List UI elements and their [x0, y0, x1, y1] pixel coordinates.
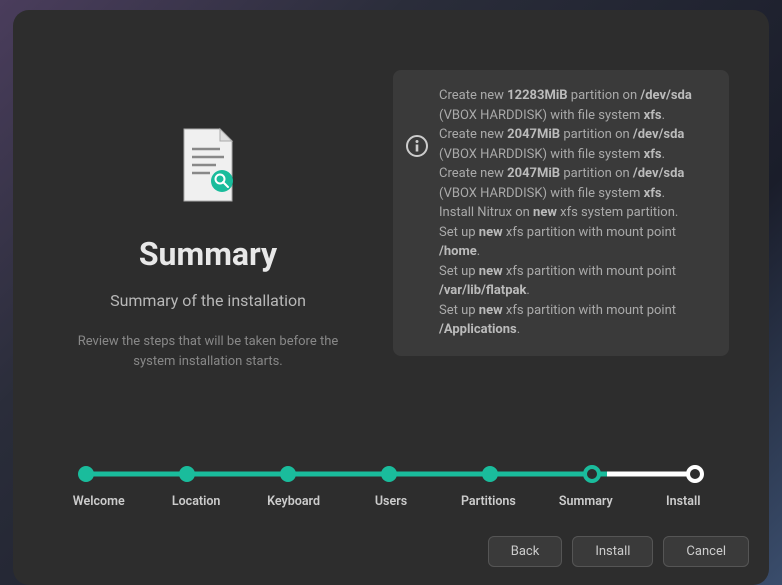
step-label-welcome: Welcome	[50, 494, 147, 509]
stepper: WelcomeLocationKeyboardUsersPartitionsSu…	[13, 426, 769, 524]
left-panel: Summary Summary of the installation Revi…	[53, 40, 363, 416]
step-dot-welcome	[78, 466, 94, 482]
summary-line: Create new 12283MiB partition on /dev/sd…	[439, 86, 713, 125]
summary-line: Create new 2047MiB partition on /dev/sda…	[439, 164, 713, 203]
document-review-icon	[176, 125, 240, 205]
step-label-summary: Summary	[537, 494, 634, 509]
step-dot-location	[179, 466, 195, 482]
summary-line: Install Nitrux on new xfs system partiti…	[439, 203, 713, 223]
step-label-keyboard: Keyboard	[245, 494, 342, 509]
summary-line: Create new 2047MiB partition on /dev/sda…	[439, 125, 713, 164]
stepper-dots	[78, 466, 704, 483]
summary-line: Set up new xfs partition with mount poin…	[439, 262, 713, 301]
step-dot-summary	[583, 465, 601, 483]
summary-line: Set up new xfs partition with mount poin…	[439, 301, 713, 340]
step-dot-keyboard	[280, 466, 296, 482]
page-description: Review the steps that will be taken befo…	[68, 332, 348, 371]
step-dot-users	[381, 466, 397, 482]
main-content: Summary Summary of the installation Revi…	[13, 10, 769, 426]
summary-line: Set up new xfs partition with mount poin…	[439, 223, 713, 262]
installer-window: Summary Summary of the installation Revi…	[13, 10, 769, 585]
right-panel: Create new 12283MiB partition on /dev/sd…	[393, 40, 729, 416]
step-label-partitions: Partitions	[440, 494, 537, 509]
step-dot-partitions	[482, 466, 498, 482]
summary-box: Create new 12283MiB partition on /dev/sd…	[393, 70, 729, 356]
page-title: Summary	[139, 235, 277, 273]
back-button[interactable]: Back	[488, 536, 563, 567]
step-label-users: Users	[342, 494, 439, 509]
page-subtitle: Summary of the installation	[110, 291, 306, 310]
info-icon	[405, 134, 429, 158]
step-dot-install	[686, 465, 704, 483]
summary-text: Create new 12283MiB partition on /dev/sd…	[439, 86, 713, 340]
step-label-install: Install	[635, 494, 732, 509]
stepper-labels: WelcomeLocationKeyboardUsersPartitionsSu…	[50, 494, 732, 509]
stepper-track	[78, 466, 704, 482]
footer: Back Install Cancel	[13, 524, 769, 585]
install-button[interactable]: Install	[572, 536, 653, 567]
cancel-button[interactable]: Cancel	[663, 536, 749, 567]
step-label-location: Location	[147, 494, 244, 509]
